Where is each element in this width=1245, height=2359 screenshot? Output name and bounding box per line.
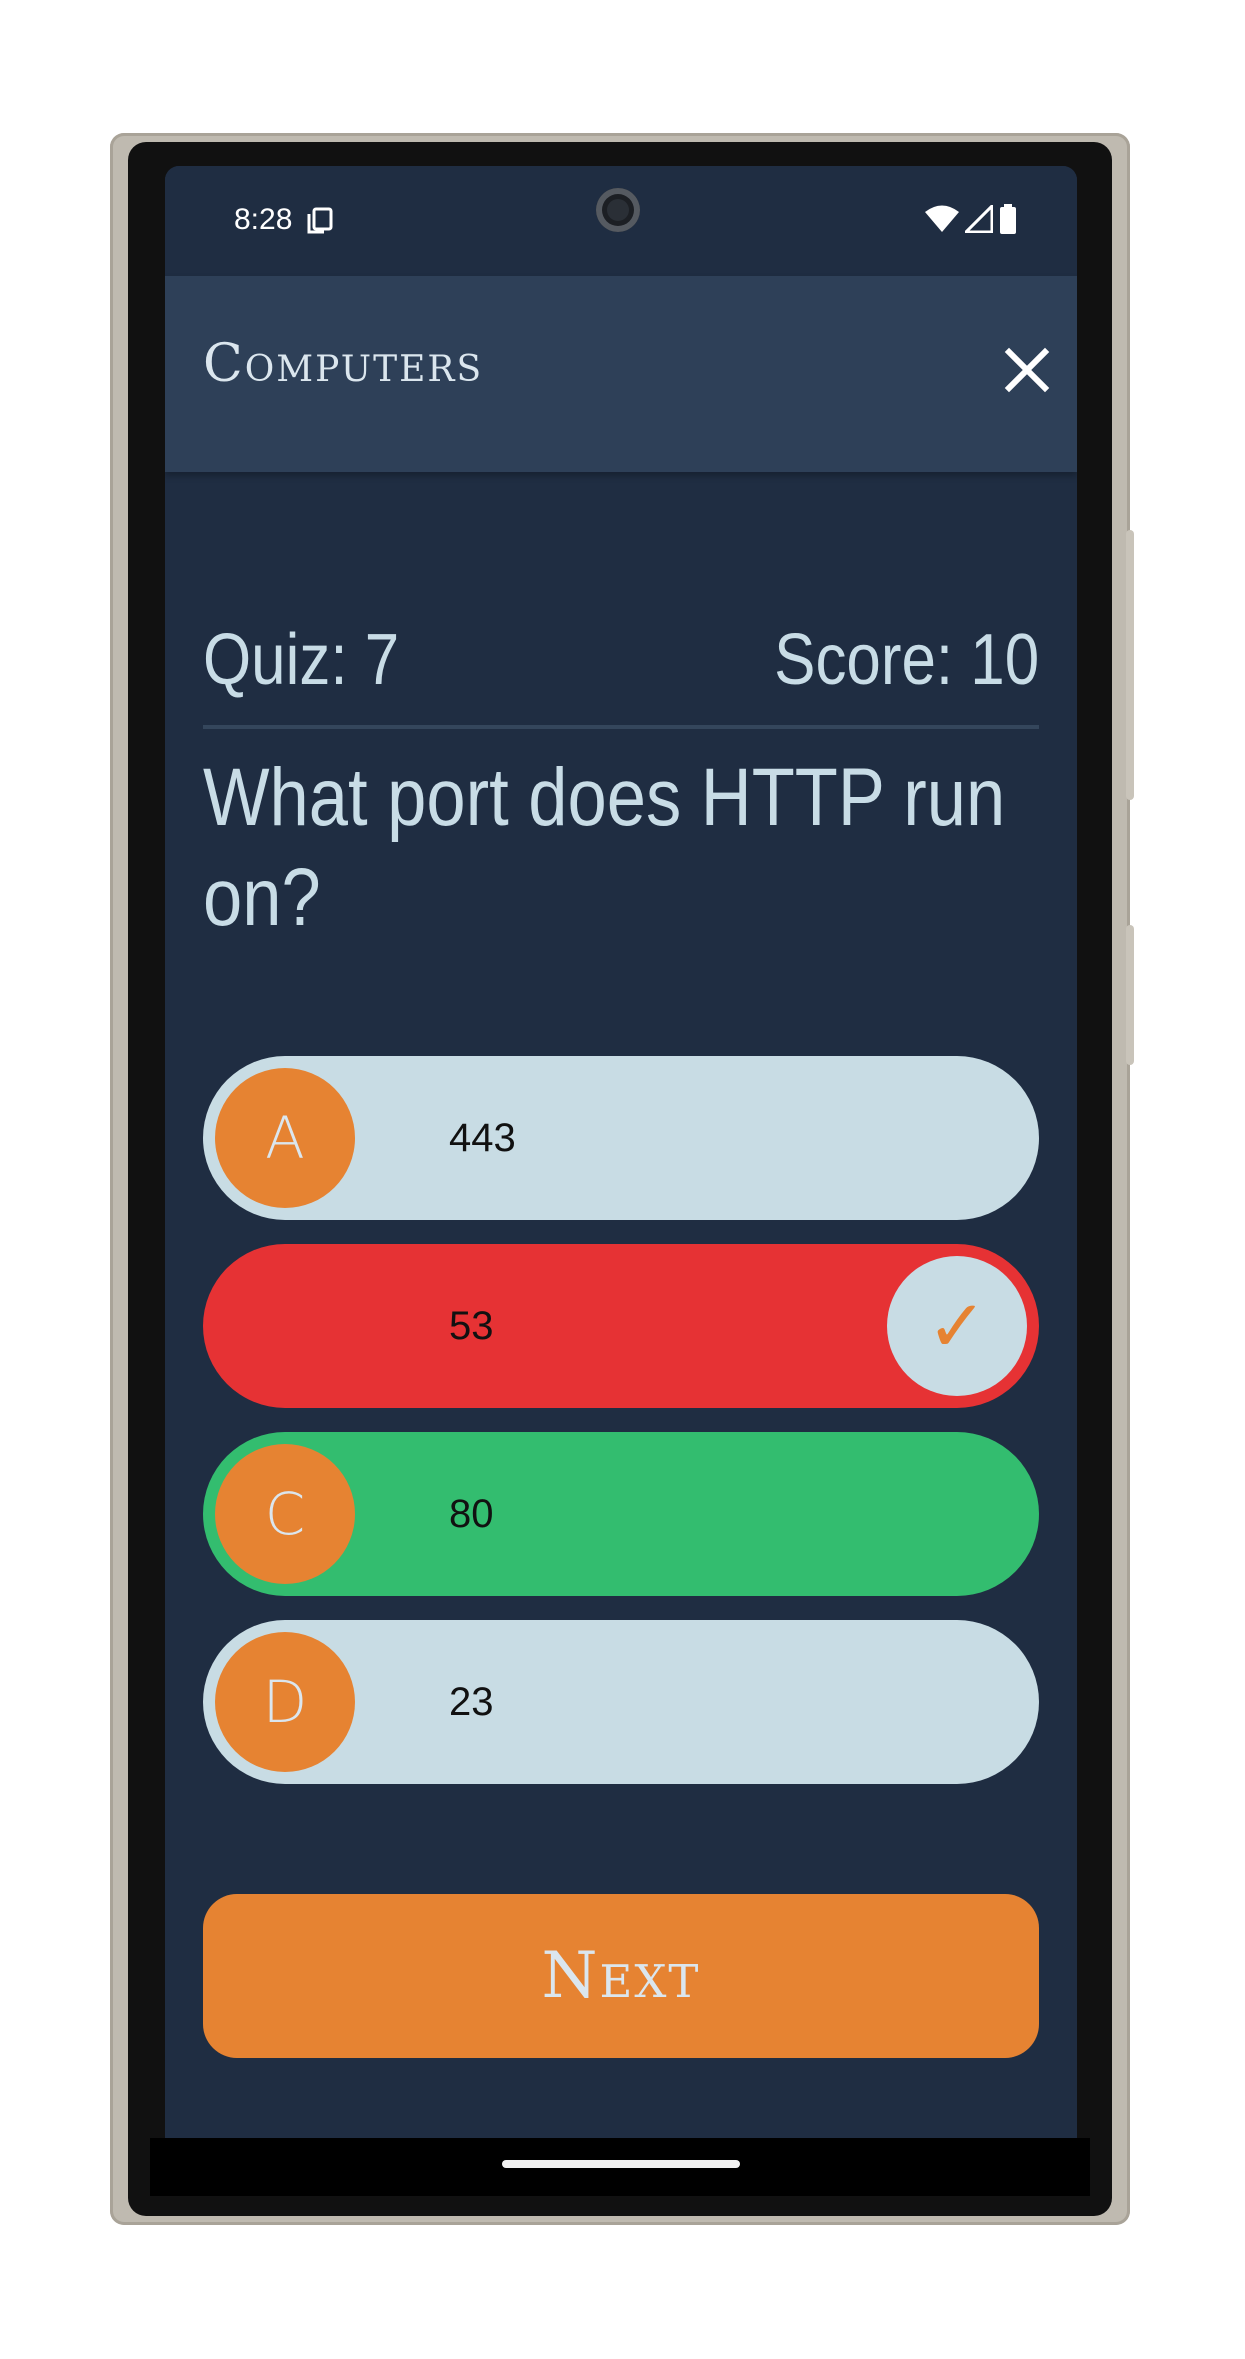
option-letter-badge: D bbox=[215, 1632, 355, 1772]
app-title: Computers bbox=[203, 334, 484, 394]
option-text: 53 bbox=[449, 1304, 494, 1348]
status-time: 8:28 bbox=[234, 203, 293, 236]
battery-icon bbox=[999, 204, 1017, 239]
option-letter: A bbox=[265, 1104, 305, 1172]
quiz-number: Quiz: 7 bbox=[203, 620, 400, 700]
divider bbox=[203, 725, 1039, 729]
close-icon bbox=[1003, 346, 1051, 399]
selected-check-badge: ✓ bbox=[887, 1256, 1027, 1396]
app-bar: Computers bbox=[165, 276, 1077, 472]
home-indicator[interactable] bbox=[502, 2160, 740, 2168]
screen: 8:28 Computers Quiz: 7 Score: 10 What po… bbox=[165, 166, 1077, 2138]
front-camera bbox=[596, 188, 640, 232]
screenshot-notification-icon bbox=[305, 206, 335, 241]
status-icons bbox=[925, 204, 1017, 239]
question-text: What port does HTTP run on? bbox=[203, 752, 1006, 943]
option-letter: C bbox=[264, 1480, 306, 1548]
answer-option-d[interactable]: D 23 bbox=[203, 1620, 1039, 1784]
wifi-icon bbox=[925, 205, 959, 238]
phone-side-button bbox=[1126, 530, 1134, 800]
next-button-label: Next bbox=[541, 1939, 701, 2013]
option-letter: D bbox=[262, 1668, 308, 1736]
phone-side-button bbox=[1126, 925, 1134, 1065]
option-text: 443 bbox=[449, 1116, 516, 1160]
option-text: 80 bbox=[449, 1492, 494, 1536]
next-button[interactable]: Next bbox=[203, 1894, 1039, 2058]
answer-option-b[interactable]: 53 ✓ bbox=[203, 1244, 1039, 1408]
option-letter-badge: C bbox=[215, 1444, 355, 1584]
checkmark-icon: ✓ bbox=[926, 1284, 988, 1368]
score: Score: 10 bbox=[773, 620, 1039, 700]
cellular-signal-icon bbox=[964, 204, 994, 238]
status-bar: 8:28 bbox=[165, 166, 1077, 276]
close-button[interactable] bbox=[997, 342, 1057, 402]
option-letter-badge: A bbox=[215, 1068, 355, 1208]
answer-option-a[interactable]: A 443 bbox=[203, 1056, 1039, 1220]
answer-option-c[interactable]: C 80 bbox=[203, 1432, 1039, 1596]
option-text: 23 bbox=[449, 1680, 494, 1724]
